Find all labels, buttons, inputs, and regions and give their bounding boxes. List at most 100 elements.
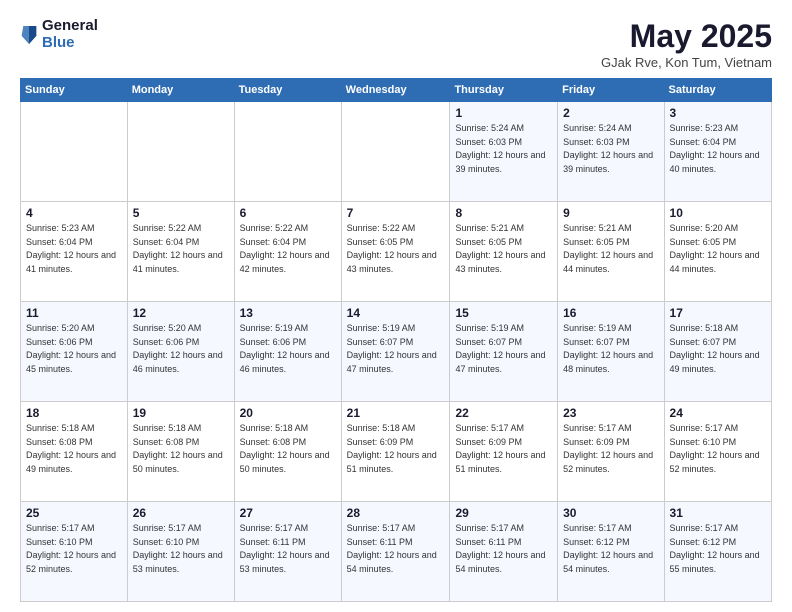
- title-month: May 2025: [601, 18, 772, 55]
- day-info: Sunrise: 5:17 AMSunset: 6:11 PMDaylight:…: [455, 523, 545, 574]
- day-number: 17: [670, 306, 766, 320]
- day-number: 28: [347, 506, 445, 520]
- calendar-cell: 25 Sunrise: 5:17 AMSunset: 6:10 PMDayligh…: [21, 502, 128, 602]
- day-info: Sunrise: 5:17 AMSunset: 6:10 PMDaylight:…: [26, 523, 116, 574]
- day-number: 5: [133, 206, 229, 220]
- day-info: Sunrise: 5:20 AMSunset: 6:06 PMDaylight:…: [26, 323, 116, 374]
- logo-blue: Blue: [42, 35, 98, 52]
- day-number: 11: [26, 306, 122, 320]
- day-info: Sunrise: 5:21 AMSunset: 6:05 PMDaylight:…: [455, 223, 545, 274]
- calendar-cell: 6 Sunrise: 5:22 AMSunset: 6:04 PMDaylight…: [234, 202, 341, 302]
- day-number: 25: [26, 506, 122, 520]
- day-number: 16: [563, 306, 658, 320]
- day-info: Sunrise: 5:17 AMSunset: 6:09 PMDaylight:…: [455, 423, 545, 474]
- day-number: 13: [240, 306, 336, 320]
- calendar-cell: 15 Sunrise: 5:19 AMSunset: 6:07 PMDayligh…: [450, 302, 558, 402]
- calendar-page: General Blue May 2025 GJak Rve, Kon Tum,…: [0, 0, 792, 612]
- calendar-cell: [21, 102, 128, 202]
- calendar-week-row: 18 Sunrise: 5:18 AMSunset: 6:08 PMDayligh…: [21, 402, 772, 502]
- day-number: 12: [133, 306, 229, 320]
- calendar-cell: 20Sunrise: 5:18 AMSunset: 6:08 PMDayligh…: [234, 402, 341, 502]
- calendar-week-row: 11 Sunrise: 5:20 AMSunset: 6:06 PMDayligh…: [21, 302, 772, 402]
- day-number: 30: [563, 506, 658, 520]
- calendar-cell: 8 Sunrise: 5:21 AMSunset: 6:05 PMDaylight…: [450, 202, 558, 302]
- calendar-cell: 14 Sunrise: 5:19 AMSunset: 6:07 PMDayligh…: [341, 302, 450, 402]
- day-number: 18: [26, 406, 122, 420]
- day-number: 6: [240, 206, 336, 220]
- calendar-cell: 5 Sunrise: 5:22 AMSunset: 6:04 PMDaylight…: [127, 202, 234, 302]
- day-info: Sunrise: 5:17 AMSunset: 6:10 PMDaylight:…: [670, 423, 760, 474]
- calendar-cell: 24 Sunrise: 5:17 AMSunset: 6:10 PMDayligh…: [664, 402, 771, 502]
- calendar-cell: 4Sunrise: 5:23 AMSunset: 6:04 PMDaylight…: [21, 202, 128, 302]
- calendar-cell: 7Sunrise: 5:22 AMSunset: 6:05 PMDaylight…: [341, 202, 450, 302]
- day-info: Sunrise: 5:20 AMSunset: 6:06 PMDaylight:…: [133, 323, 223, 374]
- calendar-cell: 30Sunrise: 5:17 AMSunset: 6:12 PMDayligh…: [558, 502, 664, 602]
- day-number: 15: [455, 306, 552, 320]
- day-info: Sunrise: 5:24 AMSunset: 6:03 PMDaylight:…: [563, 123, 653, 174]
- calendar-cell: 9 Sunrise: 5:21 AMSunset: 6:05 PMDaylight…: [558, 202, 664, 302]
- day-number: 21: [347, 406, 445, 420]
- day-info: Sunrise: 5:19 AMSunset: 6:07 PMDaylight:…: [347, 323, 437, 374]
- calendar-cell: 13 Sunrise: 5:19 AMSunset: 6:06 PMDayligh…: [234, 302, 341, 402]
- day-info: Sunrise: 5:18 AMSunset: 6:08 PMDaylight:…: [133, 423, 223, 474]
- day-number: 2: [563, 106, 658, 120]
- day-info: Sunrise: 5:17 AMSunset: 6:12 PMDaylight:…: [670, 523, 760, 574]
- day-info: Sunrise: 5:17 AMSunset: 6:09 PMDaylight:…: [563, 423, 653, 474]
- day-info: Sunrise: 5:17 AMSunset: 6:11 PMDaylight:…: [240, 523, 330, 574]
- day-info: Sunrise: 5:23 AMSunset: 6:04 PMDaylight:…: [670, 123, 760, 174]
- calendar-cell: 11 Sunrise: 5:20 AMSunset: 6:06 PMDayligh…: [21, 302, 128, 402]
- calendar-cell: 21 Sunrise: 5:18 AMSunset: 6:09 PMDayligh…: [341, 402, 450, 502]
- calendar-cell: [234, 102, 341, 202]
- header: General Blue May 2025 GJak Rve, Kon Tum,…: [20, 18, 772, 70]
- day-number: 9: [563, 206, 658, 220]
- weekday-header: Wednesday: [341, 79, 450, 102]
- weekday-header-row: SundayMondayTuesdayWednesdayThursdayFrid…: [21, 79, 772, 102]
- calendar-week-row: 4Sunrise: 5:23 AMSunset: 6:04 PMDaylight…: [21, 202, 772, 302]
- day-number: 14: [347, 306, 445, 320]
- day-number: 22: [455, 406, 552, 420]
- weekday-header: Saturday: [664, 79, 771, 102]
- day-number: 26: [133, 506, 229, 520]
- calendar-cell: 23 Sunrise: 5:17 AMSunset: 6:09 PMDayligh…: [558, 402, 664, 502]
- day-info: Sunrise: 5:18 AMSunset: 6:09 PMDaylight:…: [347, 423, 437, 474]
- day-number: 31: [670, 506, 766, 520]
- title-block: May 2025 GJak Rve, Kon Tum, Vietnam: [601, 18, 772, 70]
- weekday-header: Tuesday: [234, 79, 341, 102]
- calendar-cell: [341, 102, 450, 202]
- day-number: 24: [670, 406, 766, 420]
- day-number: 27: [240, 506, 336, 520]
- calendar-week-row: 1 Sunrise: 5:24 AMSunset: 6:03 PMDaylight…: [21, 102, 772, 202]
- day-info: Sunrise: 5:17 AMSunset: 6:11 PMDaylight:…: [347, 523, 437, 574]
- day-number: 4: [26, 206, 122, 220]
- day-info: Sunrise: 5:19 AMSunset: 6:07 PMDaylight:…: [455, 323, 545, 374]
- calendar-cell: 2 Sunrise: 5:24 AMSunset: 6:03 PMDaylight…: [558, 102, 664, 202]
- calendar-cell: 1 Sunrise: 5:24 AMSunset: 6:03 PMDaylight…: [450, 102, 558, 202]
- day-number: 29: [455, 506, 552, 520]
- calendar-cell: 18 Sunrise: 5:18 AMSunset: 6:08 PMDayligh…: [21, 402, 128, 502]
- logo: General Blue: [20, 18, 98, 51]
- day-number: 23: [563, 406, 658, 420]
- weekday-header: Sunday: [21, 79, 128, 102]
- day-info: Sunrise: 5:22 AMSunset: 6:04 PMDaylight:…: [240, 223, 330, 274]
- day-info: Sunrise: 5:24 AMSunset: 6:03 PMDaylight:…: [455, 123, 545, 174]
- day-number: 3: [670, 106, 766, 120]
- weekday-header: Thursday: [450, 79, 558, 102]
- day-info: Sunrise: 5:18 AMSunset: 6:07 PMDaylight:…: [670, 323, 760, 374]
- title-location: GJak Rve, Kon Tum, Vietnam: [601, 55, 772, 70]
- day-info: Sunrise: 5:21 AMSunset: 6:05 PMDaylight:…: [563, 223, 653, 274]
- logo-icon: [20, 24, 38, 46]
- calendar-cell: 16 Sunrise: 5:19 AMSunset: 6:07 PMDayligh…: [558, 302, 664, 402]
- day-info: Sunrise: 5:19 AMSunset: 6:06 PMDaylight:…: [240, 323, 330, 374]
- calendar-cell: 19Sunrise: 5:18 AMSunset: 6:08 PMDayligh…: [127, 402, 234, 502]
- day-number: 1: [455, 106, 552, 120]
- calendar-cell: 28 Sunrise: 5:17 AMSunset: 6:11 PMDayligh…: [341, 502, 450, 602]
- day-number: 8: [455, 206, 552, 220]
- calendar-cell: [127, 102, 234, 202]
- logo-general: General: [42, 18, 98, 35]
- calendar-cell: 17 Sunrise: 5:18 AMSunset: 6:07 PMDayligh…: [664, 302, 771, 402]
- day-info: Sunrise: 5:22 AMSunset: 6:04 PMDaylight:…: [133, 223, 223, 274]
- day-info: Sunrise: 5:22 AMSunset: 6:05 PMDaylight:…: [347, 223, 437, 274]
- day-info: Sunrise: 5:19 AMSunset: 6:07 PMDaylight:…: [563, 323, 653, 374]
- calendar-cell: 3 Sunrise: 5:23 AMSunset: 6:04 PMDaylight…: [664, 102, 771, 202]
- day-info: Sunrise: 5:18 AMSunset: 6:08 PMDaylight:…: [26, 423, 116, 474]
